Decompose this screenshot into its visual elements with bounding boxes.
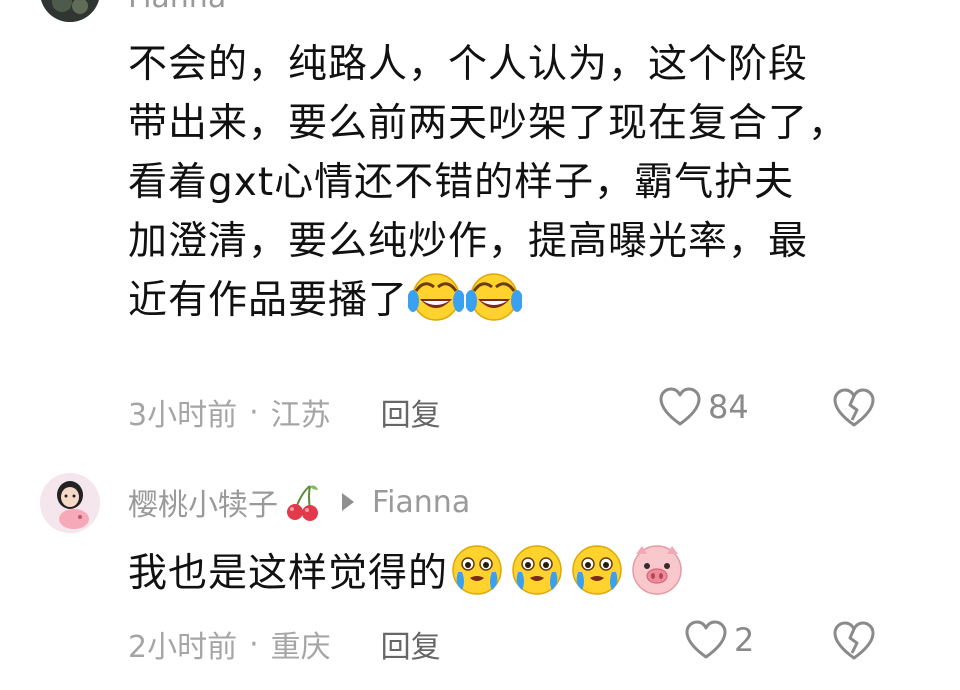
dislike-button[interactable] <box>832 620 876 666</box>
comment-text: 我也是这样觉得的 <box>128 542 908 603</box>
timestamp: 2小时前 <box>128 630 238 665</box>
comment-text: 不会的，纯路人，个人认为，这个阶段 带出来，要么前两天吵架了现在复合了， 看着g… <box>128 35 908 330</box>
avatar[interactable] <box>40 0 100 22</box>
meta-separator: · <box>249 394 259 430</box>
username[interactable]: 樱桃小犊子 Fianna <box>128 480 470 524</box>
laugh-cry-emoji <box>408 273 465 321</box>
comment-line: 看着gxt心情还不错的样子，霸气护夫 <box>128 160 795 205</box>
avatar[interactable] <box>40 473 100 533</box>
avatar-image <box>41 0 99 22</box>
like-button[interactable]: 2 <box>684 619 754 661</box>
username[interactable]: Fianna <box>128 0 226 15</box>
like-count: 84 <box>708 388 749 426</box>
comment-line: 不会的，纯路人，个人认为，这个阶段 <box>128 42 809 87</box>
comment-meta: 3小时前 · 江苏 回复 <box>128 390 441 434</box>
cherry-icon <box>287 485 318 521</box>
timestamp: 3小时前 <box>128 398 238 433</box>
broken-heart-icon[interactable] <box>832 387 876 429</box>
teary-emoji <box>512 545 562 595</box>
like-count: 2 <box>734 621 755 659</box>
comment-line-text: 我也是这样觉得的 <box>128 551 449 596</box>
reply-button[interactable]: 回复 <box>381 622 441 666</box>
teary-emoji <box>452 545 502 595</box>
teary-emoji <box>572 545 622 595</box>
username-label[interactable]: Fianna <box>128 0 226 15</box>
comment-line: 带出来，要么前两天吵架了现在复合了， <box>128 101 849 146</box>
reply-to-arrow-icon <box>342 493 354 511</box>
reply-to-username[interactable]: Fianna <box>372 485 470 520</box>
location: 江苏 <box>270 398 331 433</box>
location: 重庆 <box>270 630 331 665</box>
comment-line: 加澄清，要么纯炒作，提高曝光率，最 <box>128 219 809 264</box>
comment-line-text: 近有作品要播了 <box>128 278 409 323</box>
laugh-cry-emoji <box>466 273 523 321</box>
comment-meta: 2小时前 · 重庆 回复 <box>128 622 441 666</box>
comment-line: 近有作品要播了 <box>128 271 908 330</box>
avatar-image <box>40 473 100 533</box>
dislike-button[interactable] <box>832 387 876 433</box>
heart-icon[interactable] <box>684 619 728 661</box>
heart-icon[interactable] <box>658 386 702 428</box>
broken-heart-icon[interactable] <box>832 620 876 662</box>
like-button[interactable]: 84 <box>658 386 749 428</box>
meta-separator: · <box>249 626 259 662</box>
username-label[interactable]: 樱桃小犊子 <box>128 480 278 524</box>
pig-face-emoji <box>632 545 682 595</box>
reply-button[interactable]: 回复 <box>381 390 441 434</box>
